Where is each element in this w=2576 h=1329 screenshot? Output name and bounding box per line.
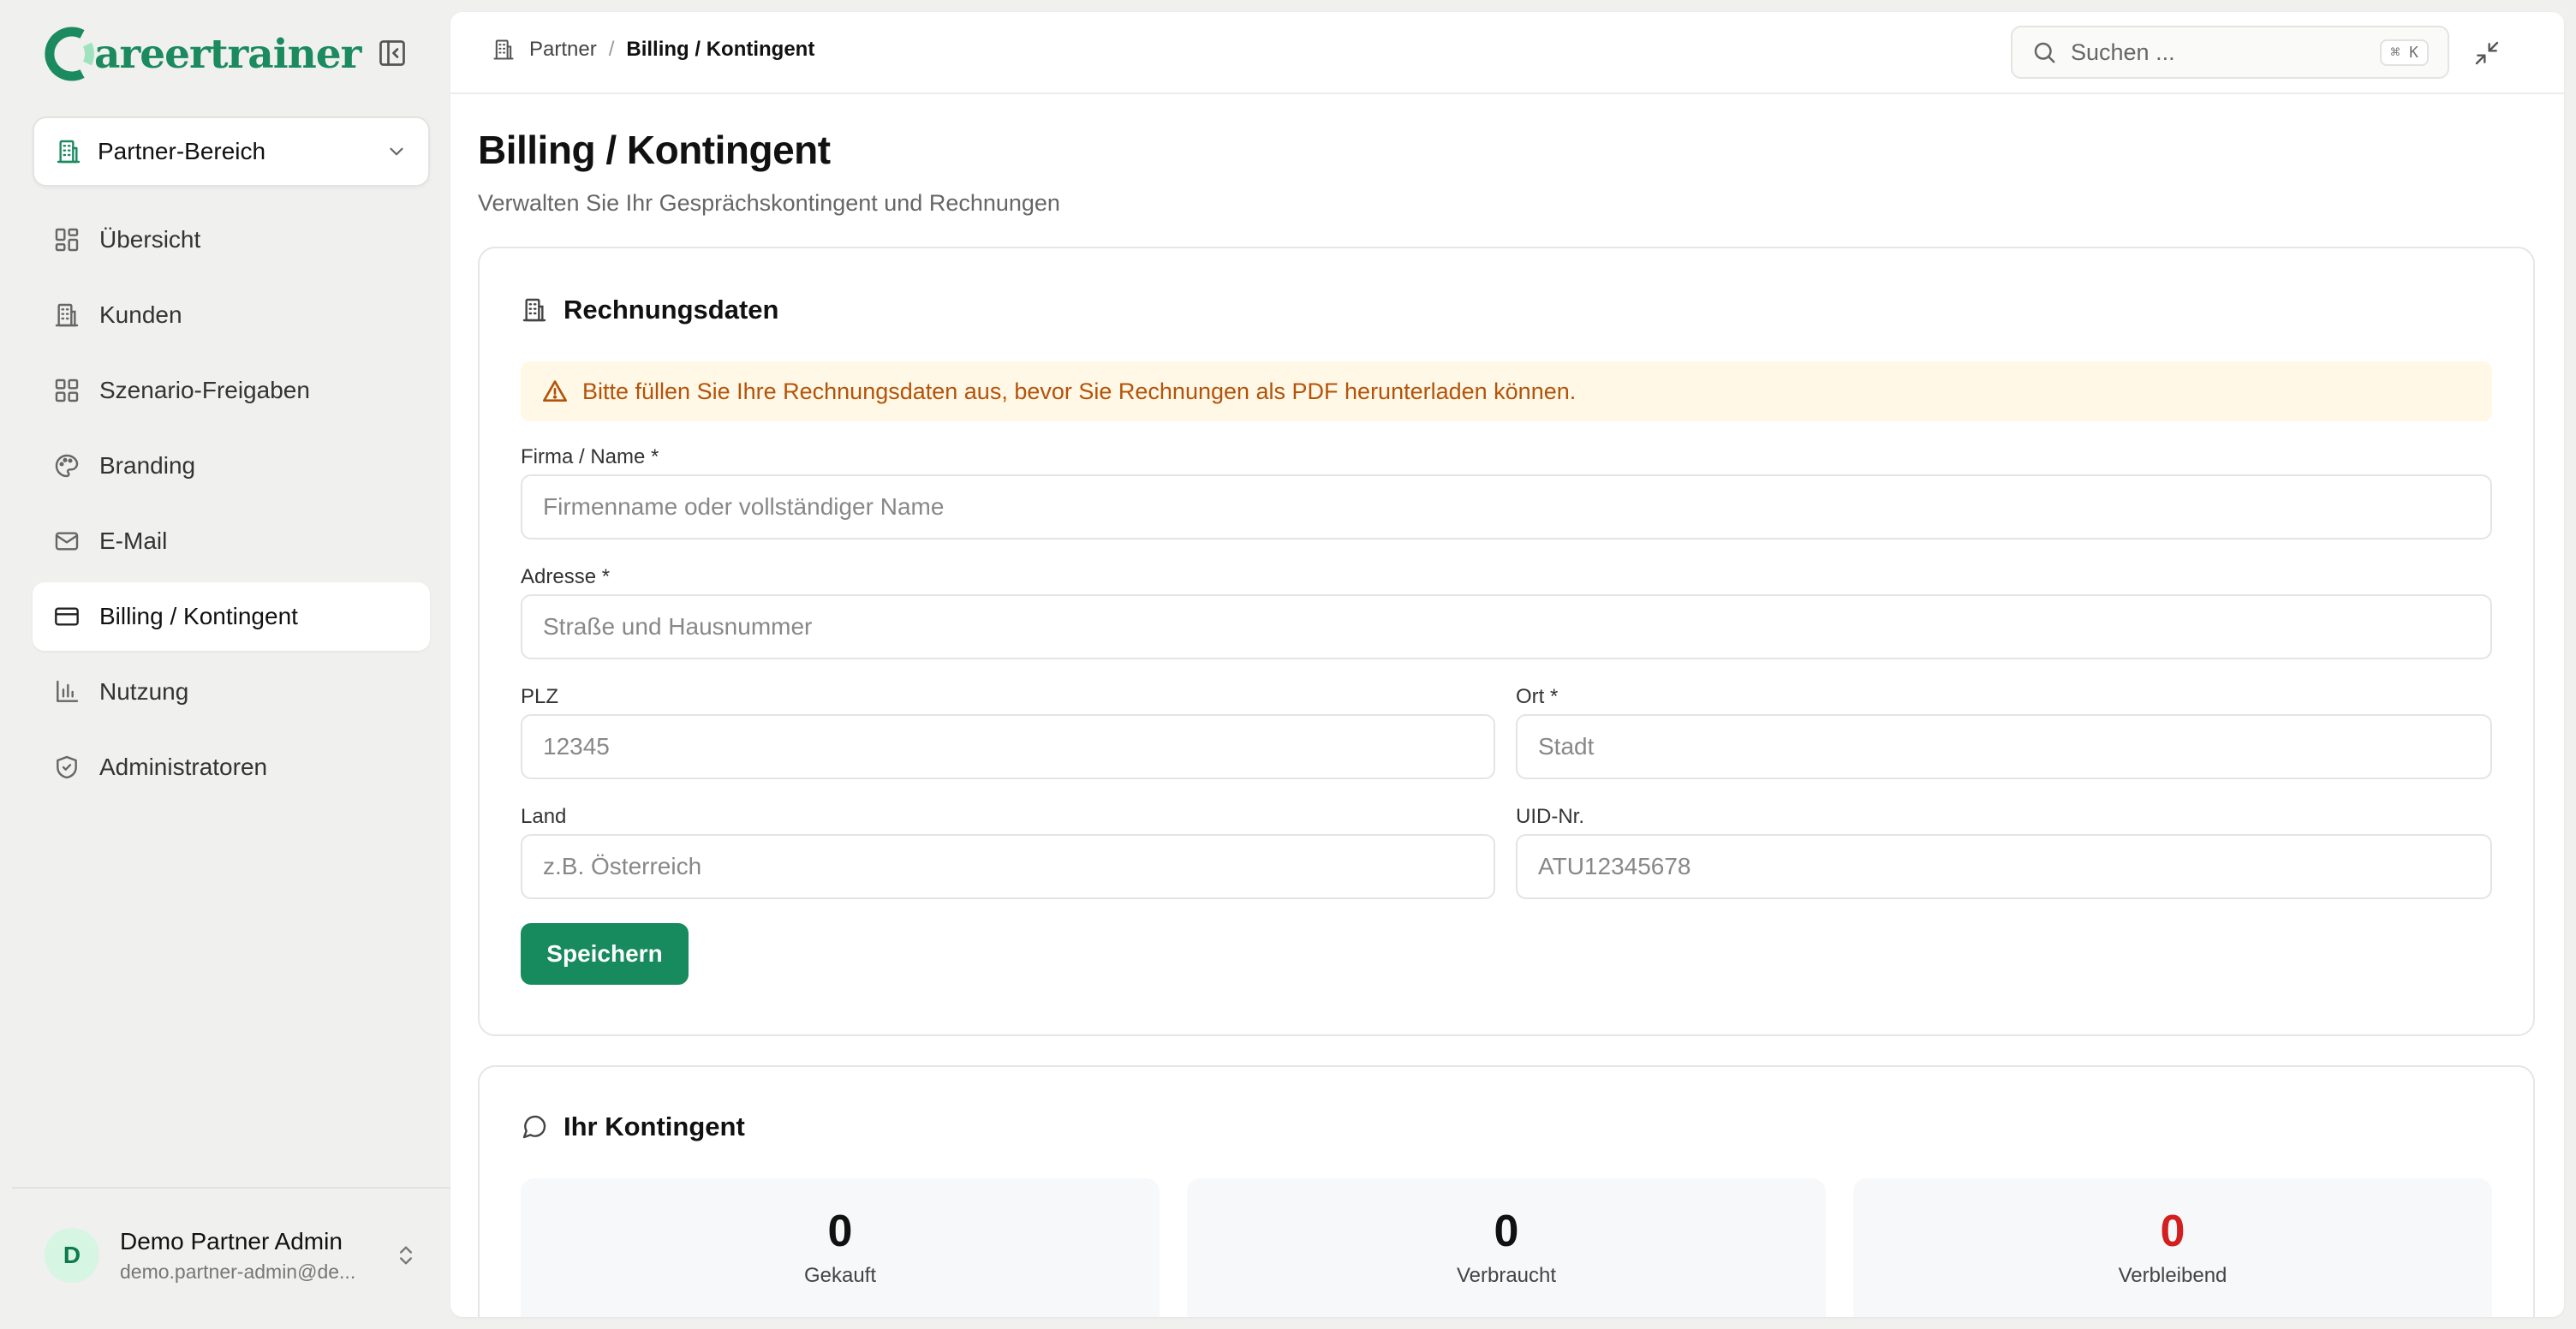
brand-logo[interactable]: areertrainer: [45, 24, 361, 84]
sidebar-item-nutzung[interactable]: Nutzung: [33, 658, 430, 726]
quota-title: Ihr Kontingent: [564, 1111, 745, 1141]
breadcrumb: Partner / Billing / Kontingent: [492, 38, 814, 62]
layout-grid-icon: [55, 378, 79, 402]
sidebar-nav: Übersicht Kunden Szenario-Freigaben Bran…: [33, 206, 430, 808]
sidebar-item-email[interactable]: E-Mail: [33, 507, 430, 575]
company-label: Firma / Name *: [521, 445, 659, 468]
stat-value: 0: [2160, 1207, 2185, 1256]
sidebar-item-billing[interactable]: Billing / Kontingent: [33, 582, 430, 651]
building-icon: [57, 140, 80, 164]
layout-grid-icon: [55, 228, 79, 252]
search-input[interactable]: [2071, 39, 2381, 66]
sidebar-item-uebersicht[interactable]: Übersicht: [33, 206, 430, 274]
palette-icon: [55, 454, 79, 478]
avatar: D: [45, 1228, 99, 1283]
zip-input[interactable]: [521, 714, 1495, 779]
sidebar-item-label: Nutzung: [99, 678, 189, 705]
address-label: Adresse *: [521, 565, 611, 588]
search-icon: [2034, 42, 2055, 63]
shield-check-icon: [57, 755, 77, 779]
building-icon: [493, 39, 514, 60]
stat-value: 0: [827, 1207, 853, 1256]
stat-remaining: 0 Verbleibend: [1853, 1178, 2492, 1317]
sidebar-item-administratoren[interactable]: Administratoren: [33, 733, 430, 802]
workspace-label: Partner-Bereich: [98, 138, 266, 164]
stat-value: 0: [1494, 1207, 1519, 1256]
workspace-switcher[interactable]: Partner-Bereich: [33, 116, 430, 187]
breadcrumb-current: Billing / Kontingent: [626, 38, 815, 61]
sidebar-item-label: Übersicht: [99, 226, 201, 253]
search-box[interactable]: ⌘ K: [2011, 26, 2449, 79]
breadcrumb-separator: /: [608, 38, 615, 61]
vat-label: UID-Nr.: [1516, 805, 1584, 828]
page-title: Billing / Kontingent: [478, 128, 831, 172]
sidebar-item-label: Administratoren: [99, 754, 268, 780]
sidebar-item-branding[interactable]: Branding: [33, 432, 430, 500]
quota-card: Ihr Kontingent 0 Gekauft 0 Verbraucht 0 …: [478, 1065, 2535, 1317]
stat-purchased: 0 Gekauft: [521, 1178, 1160, 1317]
page-subtitle: Verwalten Sie Ihr Gesprächskontingent un…: [478, 190, 1060, 216]
minimize-icon: [2475, 41, 2499, 65]
zip-label: PLZ: [521, 685, 559, 708]
mail-icon: [55, 532, 79, 551]
panel-left-icon: [379, 40, 405, 66]
sidebar: areertrainer Partner-Bereich Übersicht K…: [0, 0, 450, 1329]
billing-data-header: Rechnungsdaten: [521, 295, 778, 325]
stat-label: Verbleibend: [2118, 1264, 2227, 1287]
vat-input[interactable]: [1516, 834, 2492, 899]
country-label: Land: [521, 805, 567, 828]
stat-label: Gekauft: [803, 1264, 877, 1287]
sidebar-item-label: Billing / Kontingent: [99, 603, 298, 629]
address-input[interactable]: [521, 594, 2492, 659]
logo-mark-icon: [45, 27, 94, 81]
chevrons-up-down-icon: [400, 1246, 412, 1265]
topbar: Partner / Billing / Kontingent ⌘ K: [450, 12, 2564, 94]
sidebar-item-label: E-Mail: [99, 527, 168, 554]
sidebar-divider: [12, 1187, 450, 1189]
billing-warning-text: Bitte füllen Sie Ihre Rechnungsdaten aus…: [582, 378, 1577, 404]
credit-card-icon: [55, 607, 79, 626]
collapse-sidebar-button[interactable]: [373, 34, 411, 72]
user-menu[interactable]: D Demo Partner Admin demo.partner-admin@…: [33, 1207, 430, 1303]
country-input[interactable]: [521, 834, 1495, 899]
save-button[interactable]: Speichern: [521, 923, 689, 985]
bar-chart-icon: [57, 680, 79, 702]
sidebar-item-label: Szenario-Freigaben: [99, 377, 310, 403]
company-input[interactable]: [521, 474, 2492, 539]
user-name: Demo Partner Admin: [120, 1227, 343, 1255]
sidebar-item-kunden[interactable]: Kunden: [33, 281, 430, 349]
quota-header: Ihr Kontingent: [521, 1111, 745, 1142]
brand-name: areertrainer: [94, 30, 361, 78]
breadcrumb-parent[interactable]: Partner: [529, 38, 597, 62]
search-shortcut-badge: ⌘ K: [2380, 39, 2429, 66]
sidebar-item-szenario-freigaben[interactable]: Szenario-Freigaben: [33, 356, 430, 425]
user-email: demo.partner-admin@de...: [120, 1260, 356, 1283]
billing-warning-alert: Bitte füllen Sie Ihre Rechnungsdaten aus…: [521, 361, 2492, 421]
message-circle-icon: [522, 1115, 546, 1139]
warning-triangle-icon: [543, 380, 567, 402]
building-icon: [522, 298, 546, 322]
sidebar-item-label: Kunden: [99, 301, 182, 328]
city-input[interactable]: [1516, 714, 2492, 779]
stat-used: 0 Verbraucht: [1187, 1178, 1826, 1317]
main-content: Partner / Billing / Kontingent ⌘ K Billi…: [450, 12, 2564, 1317]
billing-data-title: Rechnungsdaten: [564, 295, 779, 325]
city-label: Ort *: [1516, 685, 1559, 708]
building-icon: [55, 303, 79, 327]
billing-data-card: Rechnungsdaten Bitte füllen Sie Ihre Rec…: [478, 247, 2535, 1036]
minimize-button[interactable]: [2470, 36, 2504, 70]
sidebar-item-label: Branding: [99, 452, 196, 479]
chevron-down-icon: [390, 147, 403, 156]
stat-label: Verbraucht: [1456, 1264, 1557, 1287]
